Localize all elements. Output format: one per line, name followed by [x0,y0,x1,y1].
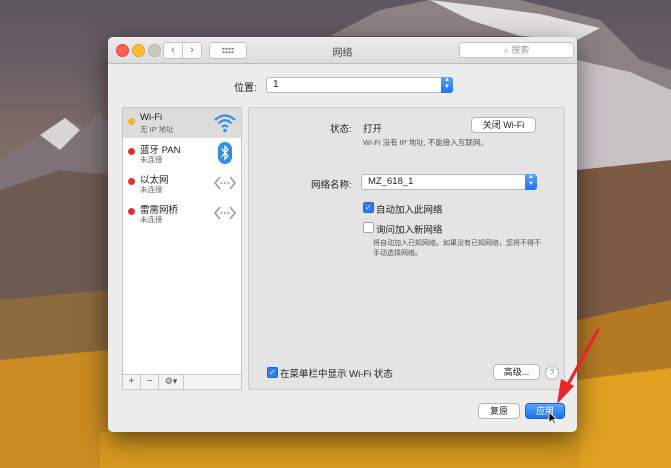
red-annotation-arrow-icon [557,328,600,404]
